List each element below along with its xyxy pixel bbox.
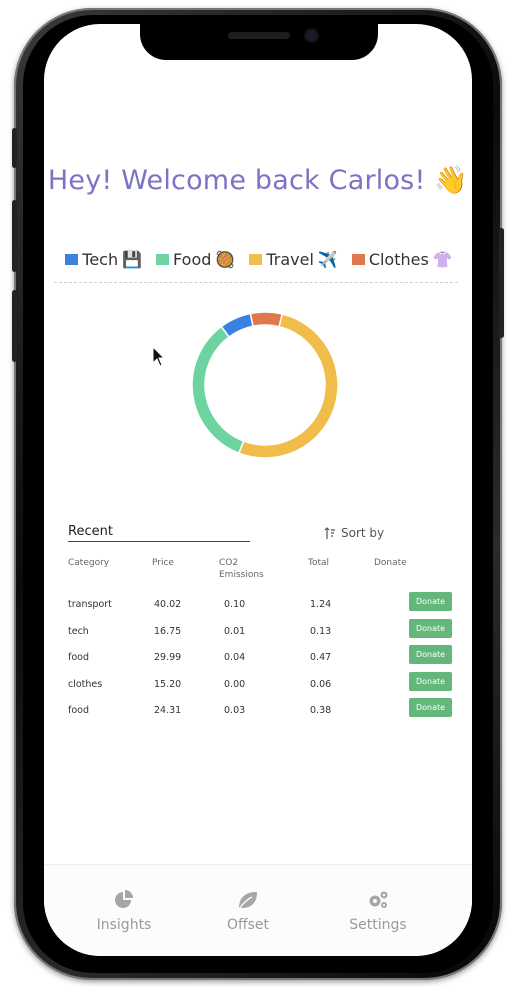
tab-label: Offset xyxy=(226,917,270,933)
cell-total: 0.06 xyxy=(310,678,332,690)
tab-settings[interactable]: Settings xyxy=(328,889,428,933)
cell-category: tech xyxy=(68,625,89,637)
table-row: food 29.99 0.04 0.47 Donate xyxy=(44,645,472,671)
cell-total: 0.13 xyxy=(310,625,332,637)
column-header-category: Category xyxy=(68,558,110,568)
recent-heading: Recent xyxy=(68,524,250,542)
table-row: food 24.31 0.03 0.38 Donate xyxy=(44,698,472,724)
cell-total: 0.38 xyxy=(310,705,332,716)
column-header-donate: Donate xyxy=(374,558,407,568)
cell-co2: 0.03 xyxy=(224,705,246,716)
donate-button[interactable]: Donate xyxy=(409,671,452,691)
donut-slice-clothes[interactable] xyxy=(249,311,284,328)
column-header-price: Price xyxy=(152,558,174,568)
cell-category: food xyxy=(68,652,89,663)
front-camera xyxy=(306,30,317,41)
sort-icon xyxy=(324,526,335,539)
legend-item-clothes[interactable]: Clothes 👚 xyxy=(351,250,453,269)
donut-slice-travel[interactable] xyxy=(238,313,339,459)
pie-chart-icon xyxy=(115,890,133,908)
cell-co2: 0.01 xyxy=(224,625,246,637)
cell-price: 29.99 xyxy=(154,652,182,663)
donate-button[interactable]: Donate xyxy=(409,645,452,664)
cell-category: clothes xyxy=(68,678,103,690)
legend-item-tech[interactable]: Tech 💾 xyxy=(65,250,142,269)
cell-price: 16.75 xyxy=(154,625,182,637)
floppy-disk-icon: 💾 xyxy=(122,250,143,269)
legend-swatch xyxy=(156,254,170,265)
blouse-icon: 👚 xyxy=(432,250,453,269)
donut-slice-tech[interactable] xyxy=(220,312,254,338)
sort-by-label: Sort by xyxy=(341,526,385,540)
cell-co2: 0.10 xyxy=(224,599,246,610)
donut-slice-food[interactable] xyxy=(191,325,245,455)
tab-label: Insights xyxy=(96,917,152,933)
food-pan-icon: 🥘 xyxy=(215,250,236,269)
legend-label: Clothes xyxy=(368,250,429,269)
cell-co2: 0.04 xyxy=(224,652,246,663)
cell-category: food xyxy=(68,705,89,716)
column-header-total: Total xyxy=(308,558,330,568)
phone-notch xyxy=(140,24,378,60)
bottom-tab-bar: Insights Offset Settings xyxy=(44,864,472,956)
cell-price: 40.02 xyxy=(154,599,182,610)
cell-total: 1.24 xyxy=(310,599,332,610)
legend-swatch xyxy=(65,254,79,265)
sort-by-button[interactable]: Sort by xyxy=(324,526,384,540)
table-row: tech 16.75 0.01 0.13 Donate xyxy=(44,618,472,645)
cell-category: transport xyxy=(68,599,112,610)
leaf-icon xyxy=(238,892,257,910)
legend-label: Food xyxy=(173,250,212,269)
phone-volume-down-button xyxy=(12,290,17,362)
tab-label: Settings xyxy=(349,917,407,933)
table-row: clothes 15.20 0.00 0.06 Donate xyxy=(44,671,472,698)
column-header-co2: CO2 Emissions xyxy=(219,558,264,580)
donate-button[interactable]: Donate xyxy=(409,592,452,611)
mouse-cursor-icon xyxy=(152,346,166,367)
airplane-icon: ✈️ xyxy=(317,250,338,269)
app-screen: Hey! Welcome back Carlos! 👋 Tech 💾 Food … xyxy=(44,24,472,956)
tab-offset[interactable]: Offset xyxy=(198,889,298,933)
legend-swatch xyxy=(249,254,263,265)
cell-price: 15.20 xyxy=(154,678,182,690)
legend-item-food[interactable]: Food 🥘 xyxy=(156,250,235,269)
table-row: transport 40.02 0.10 1.24 Donate xyxy=(44,592,472,618)
chart-legend: Tech 💾 Food 🥘 Travel ✈️ Clothes 👚 xyxy=(54,250,464,269)
welcome-heading: Hey! Welcome back Carlos! 👋 xyxy=(47,165,469,196)
phone-power-button xyxy=(499,228,504,338)
cell-co2: 0.00 xyxy=(224,678,246,690)
legend-divider xyxy=(54,282,458,283)
legend-label: Travel xyxy=(266,250,314,269)
phone-volume-up-button xyxy=(12,200,17,272)
tab-insights[interactable]: Insights xyxy=(74,889,174,933)
phone-side-button xyxy=(12,128,17,168)
legend-item-travel[interactable]: Travel ✈️ xyxy=(249,250,338,269)
cell-total: 0.47 xyxy=(310,652,332,663)
donate-button[interactable]: Donate xyxy=(409,618,452,638)
legend-swatch xyxy=(351,254,365,265)
donut-chart xyxy=(191,311,339,459)
legend-label: Tech xyxy=(82,250,119,269)
cell-price: 24.31 xyxy=(154,705,182,716)
gears-icon xyxy=(369,891,388,908)
donate-button[interactable]: Donate xyxy=(409,698,452,717)
speaker-grille xyxy=(228,32,290,39)
